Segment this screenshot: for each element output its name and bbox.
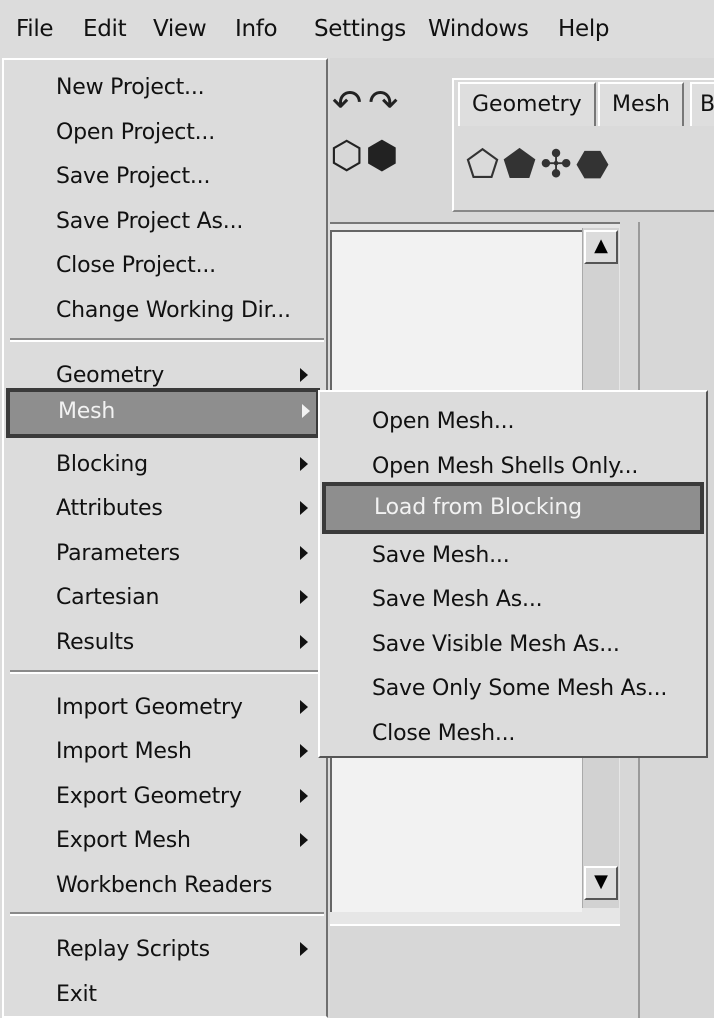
submenu-item-label: Open Mesh... (372, 409, 515, 434)
submenu-item-label: Save Visible Mesh As... (372, 632, 620, 657)
menu-separator (10, 338, 324, 342)
submenu-arrow-icon (300, 368, 308, 382)
menu-item-save-project[interactable]: Save Project... (4, 155, 326, 199)
submenu-item-label: Load from Blocking (374, 495, 582, 520)
submenu-arrow-icon (300, 457, 308, 471)
submenu-item-label: Save Mesh As... (372, 587, 543, 612)
menubar-settings[interactable]: Settings (314, 14, 406, 44)
tab-mesh[interactable]: Mesh (598, 82, 684, 126)
menu-item-label: Results (56, 630, 135, 655)
menu-item-results[interactable]: Results (4, 621, 326, 665)
cylinder-icon[interactable]: ⬢ (365, 133, 400, 177)
submenu-arrow-icon (300, 942, 308, 956)
undo-redo-icons: ↶↷ (332, 84, 404, 124)
menubar-file[interactable]: File (16, 14, 54, 44)
menu-item-workbench-readers[interactable]: Workbench Readers (4, 864, 326, 908)
submenu-item-label: Open Mesh Shells Only... (372, 454, 639, 479)
menu-item-replay-scripts[interactable]: Replay Scripts (4, 928, 326, 972)
menu-item-label: Parameters (56, 541, 180, 566)
surface-mesh-icon[interactable]: ⬟ (503, 142, 540, 186)
submenu-arrow-icon (300, 546, 308, 560)
menu-item-export-mesh[interactable]: Export Mesh (4, 819, 326, 863)
menu-item-label: Blocking (56, 452, 148, 477)
submenu-item-label: Save Only Some Mesh As... (372, 676, 668, 701)
menu-item-label: Cartesian (56, 585, 160, 610)
submenu-item-load-from-blocking[interactable]: Load from Blocking (322, 482, 704, 534)
menubar-edit[interactable]: Edit (83, 14, 127, 44)
menu-item-import-mesh[interactable]: Import Mesh (4, 730, 326, 774)
menu-item-label: Import Mesh (56, 739, 192, 764)
menubar-help[interactable]: Help (558, 14, 610, 44)
submenu-item-close-mesh[interactable]: Close Mesh... (320, 712, 706, 756)
menu-item-label: Workbench Readers (56, 873, 273, 898)
menu-separator (10, 670, 324, 674)
menubar-view[interactable]: View (153, 14, 207, 44)
menu-item-label: Export Mesh (56, 828, 191, 853)
menu-item-blocking[interactable]: Blocking (4, 443, 326, 487)
submenu-arrow-icon (300, 590, 308, 604)
menu-item-label: New Project... (56, 75, 205, 100)
menubar-info[interactable]: Info (235, 14, 278, 44)
submenu-item-label: Save Mesh... (372, 543, 510, 568)
solid-shape-icon[interactable]: ⬡ (330, 133, 365, 177)
menu-item-mesh[interactable]: Mesh (6, 388, 320, 438)
submenu-arrow-icon (300, 501, 308, 515)
menu-item-export-geometry[interactable]: Export Geometry (4, 775, 326, 819)
volume-mesh-icon[interactable]: ⬣ (576, 142, 613, 186)
scroll-up-button[interactable]: ▲ (584, 230, 618, 264)
submenu-arrow-icon (300, 833, 308, 847)
menu-item-parameters[interactable]: Parameters (4, 532, 326, 576)
redo-icon[interactable]: ↷ (368, 83, 404, 124)
menu-item-label: Open Project... (56, 120, 216, 145)
menu-item-open-project[interactable]: Open Project... (4, 111, 326, 155)
menu-item-import-geometry[interactable]: Import Geometry (4, 686, 326, 730)
submenu-arrow-icon (300, 744, 308, 758)
menu-item-new-project[interactable]: New Project... (4, 66, 326, 110)
menu-separator (10, 912, 324, 916)
menu-item-label: Close Project... (56, 253, 216, 278)
submenu-arrow-icon (300, 700, 308, 714)
submenu-item-save-visible-mesh-as[interactable]: Save Visible Mesh As... (320, 623, 706, 667)
menu-item-change-working-dir[interactable]: Change Working Dir... (4, 289, 326, 333)
tab-geometry[interactable]: Geometry (458, 82, 596, 126)
toolbar-shape-icons: ⬡⬢ (330, 132, 400, 178)
submenu-arrow-icon (300, 789, 308, 803)
submenu-arrow-icon (302, 404, 310, 418)
submenu-item-save-mesh[interactable]: Save Mesh... (320, 534, 706, 578)
menu-item-label: Mesh (58, 399, 116, 424)
menu-item-label: Exit (56, 982, 97, 1007)
submenu-item-open-mesh[interactable]: Open Mesh... (320, 400, 706, 444)
menu-item-close-project[interactable]: Close Project... (4, 244, 326, 288)
curve-mesh-icon[interactable]: ✣ (540, 142, 576, 186)
mesh-submenu: Open Mesh... Open Mesh Shells Only... Lo… (318, 390, 708, 758)
menu-item-label: Import Geometry (56, 695, 243, 720)
mesh-tool-icon[interactable]: ⬠ (466, 142, 503, 186)
undo-icon[interactable]: ↶ (332, 83, 368, 124)
menubar-windows[interactable]: Windows (428, 14, 529, 44)
menu-item-label: Save Project As... (56, 209, 244, 234)
scroll-down-button[interactable]: ▼ (584, 866, 618, 900)
menu-item-save-project-as[interactable]: Save Project As... (4, 200, 326, 244)
submenu-item-label: Close Mesh... (372, 721, 516, 746)
menu-item-label: Attributes (56, 496, 163, 521)
menu-item-label: Save Project... (56, 164, 211, 189)
menu-item-attributes[interactable]: Attributes (4, 487, 326, 531)
submenu-item-save-mesh-as[interactable]: Save Mesh As... (320, 578, 706, 622)
menu-item-label: Replay Scripts (56, 937, 210, 962)
menu-item-exit[interactable]: Exit (4, 973, 326, 1017)
submenu-arrow-icon (300, 635, 308, 649)
menu-bar: File Edit View Info Settings Windows Hel… (0, 0, 714, 58)
submenu-item-save-only-some-mesh-as[interactable]: Save Only Some Mesh As... (320, 667, 706, 711)
menu-item-label: Change Working Dir... (56, 298, 291, 323)
menu-item-label: Export Geometry (56, 784, 242, 809)
tab-blocking[interactable]: B (690, 82, 714, 126)
mesh-tool-icons: ⬠⬟✣⬣ (466, 140, 613, 188)
file-menu: New Project... Open Project... Save Proj… (2, 58, 328, 1018)
menu-item-cartesian[interactable]: Cartesian (4, 576, 326, 620)
